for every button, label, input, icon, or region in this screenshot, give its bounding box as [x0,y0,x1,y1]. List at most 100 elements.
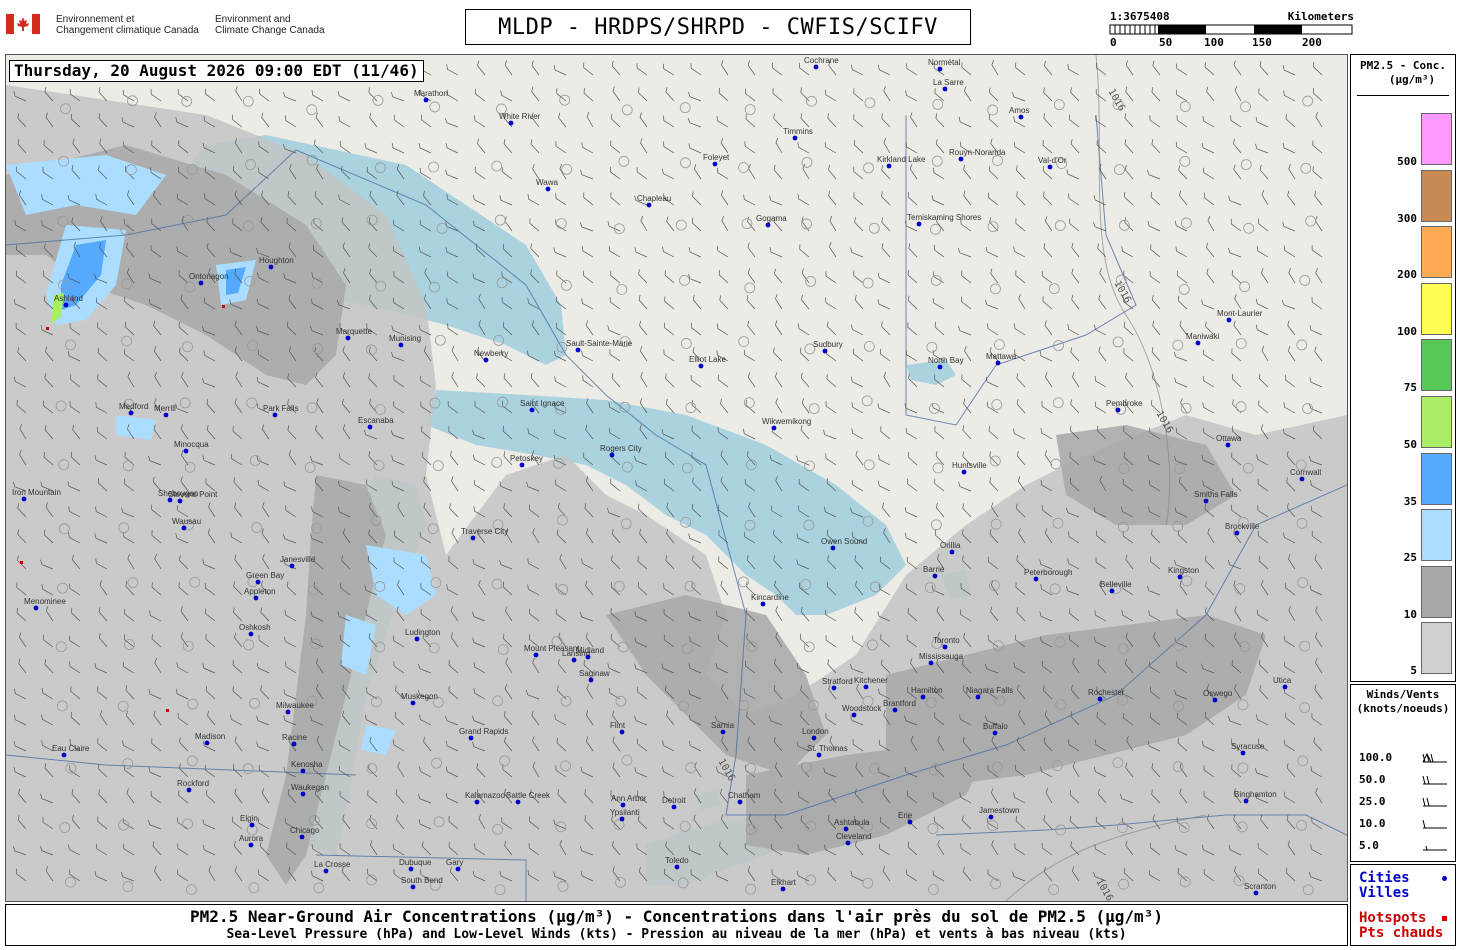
city-label: Peterborough [1024,568,1072,577]
wind-barb-icon [1422,752,1447,763]
city-label: Rockford [177,779,209,788]
city-label: Mississauga [919,652,964,661]
symbol-key: Cities Villes Hotspots Pts chauds [1350,864,1456,946]
canada-flag-logo [6,14,40,34]
wind-barb-icon [1422,819,1447,829]
city-label: Hamilton [911,686,943,695]
city-dot [585,654,591,660]
city-dot [988,814,994,820]
city-label: Chapleau [637,194,671,203]
city-dot [410,700,416,706]
city-dot [830,545,836,551]
city-dot [519,462,525,468]
city-label: Foleyet [703,153,730,162]
city-label: Muskegon [401,692,438,701]
city-label: Kincardine [751,593,789,602]
pm25-swatch-label: 50 [1403,438,1417,451]
city-dot [720,729,726,735]
pm25-legend-rule [1357,95,1449,96]
pm25-swatch-100 [1421,282,1452,335]
city-label: Ontonagon [189,272,229,281]
wind-barb-icon [1422,797,1447,807]
city-dot [345,335,351,341]
city-label: Huntsville [952,461,987,470]
city-label: Cochrane [804,56,839,65]
agency-fr-line2: Changement climatique Canada [56,25,199,36]
city-label: Appleton [244,587,276,596]
city-label: Binghamton [1234,790,1277,799]
city-label: Saginaw [579,669,610,678]
city-dot [811,735,817,741]
city-label: Ottawa [1216,434,1242,443]
map-panel[interactable]: 1016 1016 1016 1016 1016 White River Wawa Chap… [5,54,1348,902]
city-dot [398,342,404,348]
pm25-legend-title: PM2.5 - Conc. (µg/m³) [1351,59,1455,87]
city-label: South Bend [401,876,443,885]
agency-en-line1: Environment and [215,14,291,25]
city-label: Maniwaki [1186,332,1220,341]
city-dot [674,864,680,870]
city-dot [529,407,535,413]
city-label: Ashtabula [834,818,870,827]
city-label: Brantford [883,699,916,708]
city-dot [1195,340,1201,346]
city-label: Owen Sound [821,537,867,546]
scale-tick-50: 50 [1159,36,1173,49]
pm25-legend: PM2.5 - Conc. (µg/m³) 500 300 200 100 75 50 35… [1350,54,1456,682]
city-dot [571,657,577,663]
city-dot [1225,442,1231,448]
city-dot [1047,164,1053,170]
city-label: Barrie [923,565,945,574]
city-dot [1282,684,1288,690]
city-dot [843,826,849,832]
city-dot [21,496,27,502]
city-label: Escanaba [358,416,394,425]
city-dot [181,525,187,531]
city-dot [483,357,489,363]
hotspot-marker [166,709,169,712]
hotspot-marker [222,305,225,308]
city-label: Toledo [665,856,689,865]
city-dot [455,866,461,872]
city-label: Brockville [1225,522,1260,531]
city-dot [992,730,998,736]
city-label: Midland [576,646,604,655]
city-label: Kenosha [291,760,323,769]
city-dot [575,347,581,353]
city-dot [851,712,857,718]
pm25-swatch-75 [1421,339,1452,392]
city-label: Kirkland Lake [877,155,926,164]
city-label: Amos [1009,106,1029,115]
city-dot [61,752,67,758]
city-label: Stratford [822,677,853,686]
pm25-swatch-200 [1421,226,1452,279]
city-label: Madison [195,732,225,741]
city-label: White River [499,112,541,121]
city-dot [186,787,192,793]
hotspot-marker [20,561,23,564]
city-label: Merrill [154,404,176,413]
city-label: Milwaukee [276,701,314,710]
city-dot [1097,696,1103,702]
pm25-swatch-label: 500 [1397,155,1417,168]
pm25-swatch-5 [1421,622,1452,675]
city-dot [204,740,210,746]
wind-legend-title: Winds/Vents (knots/noeuds) [1351,688,1455,716]
hotspot-square-icon [1442,916,1447,921]
city-label: Belleville [1100,580,1132,589]
city-label: Cornwall [1290,468,1321,477]
agency-fr-line1: Environnement et [56,14,135,25]
city-label: Ypsilanti [610,808,640,817]
city-label: Gary [446,858,463,867]
city-label: St. Thomas [807,744,848,753]
city-dot [414,636,420,642]
city-dot [468,735,474,741]
city-dot [932,573,938,579]
city-dot [942,644,948,650]
map-canvas[interactable]: 10161016101610161016 White RiverWawaChap… [6,55,1347,901]
city-label: Oswego [1203,689,1233,698]
city-label: Traverse City [461,527,508,536]
scale-ratio: 1:3675408 [1110,10,1170,23]
city-dot [1109,588,1115,594]
city-dot [1203,498,1209,504]
